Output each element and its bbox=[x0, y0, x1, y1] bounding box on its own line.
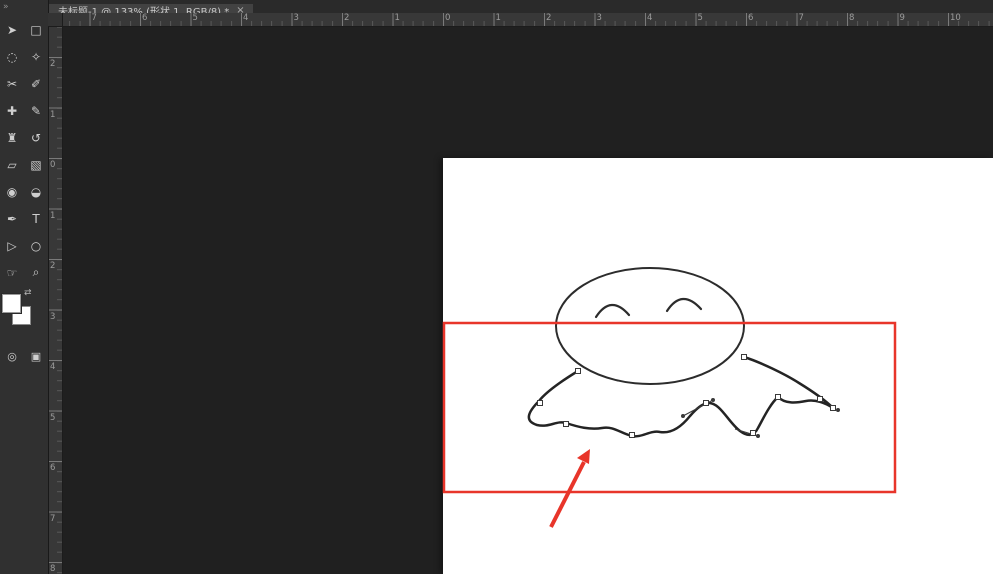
eraser-tool[interactable]: ▱ bbox=[0, 151, 24, 178]
ruler-label: 1 bbox=[50, 109, 56, 120]
ruler-label: 3 bbox=[50, 311, 56, 322]
quick-mask-mode-button[interactable]: ◎ bbox=[0, 344, 24, 368]
ruler-label: 6 bbox=[50, 463, 56, 473]
ruler-label: 7 bbox=[50, 513, 56, 524]
ruler-label: 4 bbox=[647, 13, 653, 23]
ruler-label: 3 bbox=[293, 13, 299, 23]
screen-mode-button[interactable]: ▣ bbox=[24, 344, 48, 368]
horizontal-ruler[interactable]: 7 6 5 4 3 2 1 0 1 2 3 4 5 6 7 8 9 10 bbox=[48, 13, 993, 27]
ruler-label: 1 bbox=[495, 13, 501, 23]
ruler-label: 5 bbox=[697, 13, 703, 23]
ruler-label: 9 bbox=[899, 13, 905, 23]
ruler-label: 0 bbox=[50, 160, 56, 170]
path-selection-tool[interactable]: ▷ bbox=[0, 232, 24, 259]
toolbar-collapse-button[interactable]: » bbox=[0, 0, 48, 14]
toolbar-extras: ◎ ▣ bbox=[0, 344, 48, 368]
healing-brush-tool[interactable]: ✚ bbox=[0, 97, 24, 124]
color-swatches: ⇄ bbox=[2, 288, 36, 334]
ruler-label: 5 bbox=[192, 13, 198, 23]
ruler-label: 6 bbox=[748, 13, 754, 23]
toolbar-tools: ➤ □ ◌ ✧ ✂ ✐ ✚ ✎ ♜ ↺ ▱ ▧ ◉ ◒ ✒ T ▷ ○ ☞ ⌕ bbox=[0, 16, 48, 286]
ruler-label: 7 bbox=[798, 13, 804, 23]
pen-tool[interactable]: ✒ bbox=[0, 205, 24, 232]
ruler-label: 8 bbox=[849, 13, 855, 23]
document-canvas[interactable] bbox=[443, 158, 993, 574]
photoshop-window: » ➤□◌✧✂✐✚✎♜↺▱▧◉◒✒T▷○☞⌕ ⇄ ◎▣ 未标题-1 @ 133%… bbox=[0, 0, 993, 574]
type-tool[interactable]: T bbox=[24, 205, 48, 232]
ruler-label: 4 bbox=[243, 13, 249, 23]
eyedropper-tool[interactable]: ✐ bbox=[24, 70, 48, 97]
swap-colors-icon[interactable]: ⇄ bbox=[24, 288, 32, 298]
ruler-label: 2 bbox=[50, 59, 56, 69]
dodge-tool[interactable]: ◒ bbox=[24, 178, 48, 205]
move-tool[interactable]: ➤ bbox=[0, 16, 24, 43]
vertical-ruler[interactable]: 2 1 0 1 2 3 4 5 6 7 8 bbox=[48, 26, 63, 574]
history-brush-tool[interactable]: ↺ bbox=[24, 124, 48, 151]
ruler-label: 5 bbox=[50, 412, 56, 423]
lasso-tool[interactable]: ◌ bbox=[0, 43, 24, 70]
quick-selection-tool[interactable]: ✧ bbox=[24, 43, 48, 70]
ruler-label: 6 bbox=[142, 13, 148, 23]
blur-tool[interactable]: ◉ bbox=[0, 178, 24, 205]
ruler-label: 2 bbox=[50, 261, 56, 271]
tools-panel: » ➤ □ ◌ ✧ ✂ ✐ ✚ ✎ ♜ ↺ ▱ ▧ ◉ ◒ ✒ T ▷ ○ ☞ ⌕ ⇄ ◎ ▣ bbox=[0, 0, 49, 574]
ruler-label: 10 bbox=[950, 13, 961, 23]
ruler-label: 0 bbox=[445, 13, 451, 23]
ruler-label: 2 bbox=[546, 13, 552, 23]
clone-stamp-tool[interactable]: ♜ bbox=[0, 124, 24, 151]
document-tab-bar: 未标题-1 @ 133% (形状 1, RGB/8) * × bbox=[48, 0, 993, 18]
ruler-label: 2 bbox=[344, 13, 350, 23]
ruler-label: 3 bbox=[596, 13, 602, 23]
gradient-tool[interactable]: ▧ bbox=[24, 151, 48, 178]
ruler-label: 1 bbox=[394, 13, 400, 23]
hand-tool[interactable]: ☞ bbox=[0, 259, 24, 286]
ruler-corner bbox=[48, 13, 63, 27]
ruler-label: 7 bbox=[91, 13, 97, 23]
ruler-label: 1 bbox=[50, 210, 56, 221]
ellipse-tool[interactable]: ○ bbox=[24, 232, 48, 259]
foreground-color-swatch[interactable] bbox=[2, 294, 21, 313]
brush-tool[interactable]: ✎ bbox=[24, 97, 48, 124]
marquee-tool[interactable]: □ bbox=[24, 16, 48, 43]
zoom-tool[interactable]: ⌕ bbox=[24, 259, 48, 286]
ruler-label: 4 bbox=[50, 362, 56, 372]
ruler-label: 8 bbox=[50, 564, 56, 574]
crop-tool[interactable]: ✂ bbox=[0, 70, 24, 97]
